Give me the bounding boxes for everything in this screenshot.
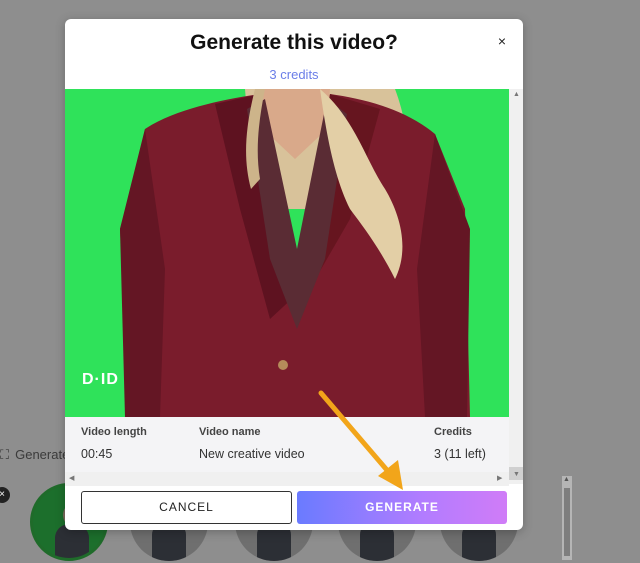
preview-scrollbar-vertical[interactable]: ▲ ▼ [509,89,523,484]
video-info-panel: Video length 00:45 Video name New creati… [65,417,509,472]
jacket-button [278,360,288,370]
video-length-value: 00:45 [81,447,113,461]
scroll-up-icon[interactable]: ▲ [513,91,520,98]
preview-scrollbar-horizontal[interactable]: ◀ ▶ [65,472,509,486]
bg-section-label: ⛶ Generate [0,447,69,463]
generate-button[interactable]: GENERATE [297,491,507,524]
modal-title: Generate this video? [190,31,398,54]
info-video-length: Video length 00:45 [81,426,147,461]
credits-value: 3 (11 left) [434,447,486,461]
scroll-left-icon[interactable]: ◀ [69,474,74,482]
bg-scrollbar[interactable]: ▲ [562,476,572,560]
cancel-button[interactable]: CANCEL [81,491,292,524]
close-button[interactable]: × [493,32,511,50]
video-preview: D·ID [65,89,509,417]
video-name-label: Video name [199,426,261,438]
presenter-illustration [120,89,470,417]
bg-scrollbar-thumb[interactable] [564,488,570,556]
bg-section-label-text: Generate [15,447,70,462]
did-watermark: D·ID [82,371,119,388]
close-icon[interactable]: × [498,33,506,49]
scroll-up-arrow-icon[interactable]: ▲ [563,476,570,483]
scroll-down-icon[interactable]: ▼ [513,471,520,478]
info-video-name: Video name New creative video [199,426,305,461]
generate-video-modal: Generate this video? × 3 credits D·ID ▲ … [65,19,523,530]
video-length-label: Video length [81,426,147,438]
scroll-right-icon[interactable]: ▶ [497,474,502,482]
credits-label: Credits [434,426,472,438]
video-name-value: New creative video [199,447,305,461]
generate-icon: ⛶ [0,447,10,462]
info-credits: Credits 3 (11 left) [434,426,486,461]
credits-note: 3 credits [269,67,319,82]
